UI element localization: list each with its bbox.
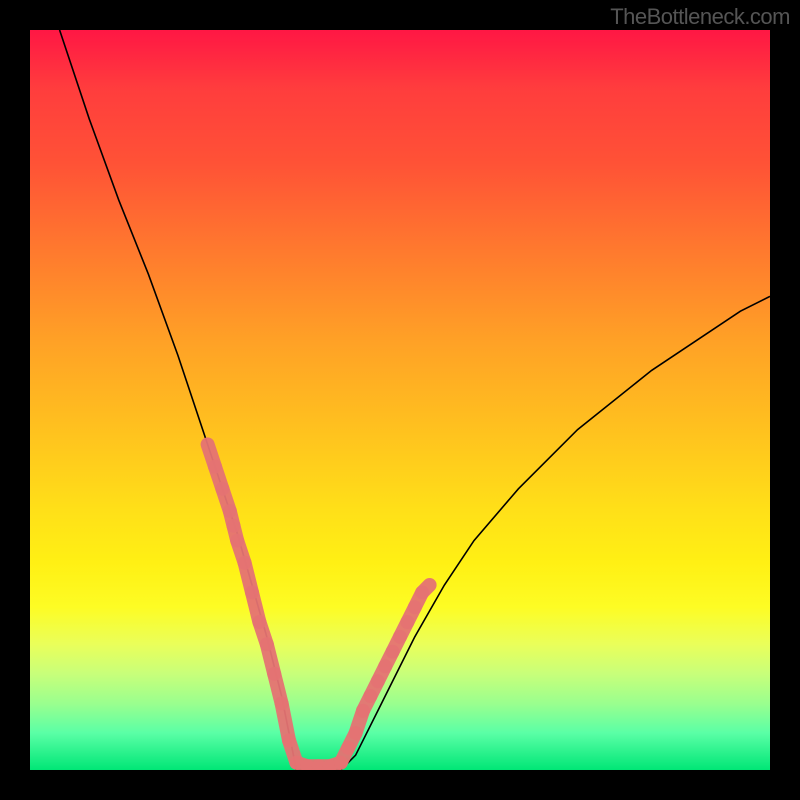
pink-beads-group (208, 444, 430, 766)
watermark-text: TheBottleneck.com (610, 4, 790, 30)
pink-bead (422, 585, 429, 592)
plot-area (30, 30, 770, 770)
curve-svg (30, 30, 770, 770)
bottleneck-curve (60, 30, 770, 770)
